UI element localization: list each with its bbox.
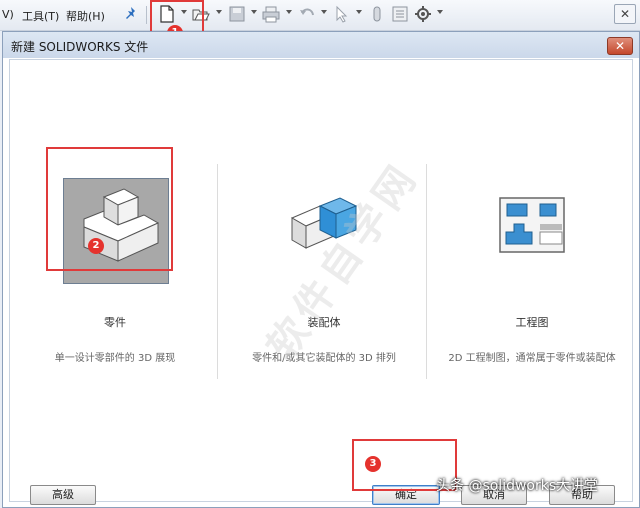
undo-icon[interactable] — [298, 5, 316, 23]
select-dropdown-icon[interactable] — [356, 10, 362, 14]
step-badge-2: 2 — [88, 238, 104, 254]
app-toolbar: V) 工具(T) 帮助(H) ✕ — [0, 0, 640, 31]
template-drawing-description: 2D 工程制图，通常属于零件或装配体 — [448, 353, 616, 364]
print-icon[interactable] — [262, 5, 280, 23]
divider — [426, 164, 427, 379]
step-badge-3: 3 — [365, 456, 381, 472]
menu-tools[interactable]: 工具(T) — [22, 8, 59, 24]
advanced-button[interactable]: 高级 — [30, 485, 96, 505]
dialog-title: 新建 SOLIDWORKS 文件 — [11, 40, 149, 54]
dialog-close-button[interactable]: ✕ — [607, 37, 633, 55]
save-icon[interactable] — [228, 5, 246, 23]
menu-partial[interactable]: V) — [2, 8, 14, 21]
undo-dropdown-icon[interactable] — [321, 10, 327, 14]
template-assembly-description: 零件和/或其它装配体的 3D 排列 — [252, 353, 396, 364]
select-cursor-icon[interactable] — [333, 5, 351, 23]
print-dropdown-icon[interactable] — [286, 10, 292, 14]
pin-icon[interactable] — [122, 5, 140, 23]
file-properties-icon[interactable] — [391, 5, 409, 23]
window-close-button[interactable]: ✕ — [614, 4, 636, 24]
credit-text: 头条 @solidworks大讲堂 — [436, 478, 599, 494]
options-dropdown-icon[interactable] — [437, 10, 443, 14]
template-drawing-tile[interactable] — [480, 178, 584, 282]
template-part-description: 单一设计零部件的 3D 展现 — [54, 353, 176, 364]
menu-help[interactable]: 帮助(H) — [66, 8, 105, 24]
highlight-part-template — [46, 147, 173, 271]
template-part-label: 零件 — [104, 316, 126, 329]
template-drawing-label: 工程图 — [515, 316, 549, 329]
dialog-titlebar: 新建 SOLIDWORKS 文件 ✕ — [3, 32, 639, 58]
save-dropdown-icon[interactable] — [251, 10, 257, 14]
rebuild-icon[interactable] — [368, 5, 386, 23]
divider — [217, 164, 218, 379]
gear-icon[interactable] — [414, 5, 432, 23]
toolbar-separator — [146, 6, 147, 24]
drawing-icon — [499, 197, 565, 253]
open-dropdown-icon[interactable] — [216, 10, 222, 14]
